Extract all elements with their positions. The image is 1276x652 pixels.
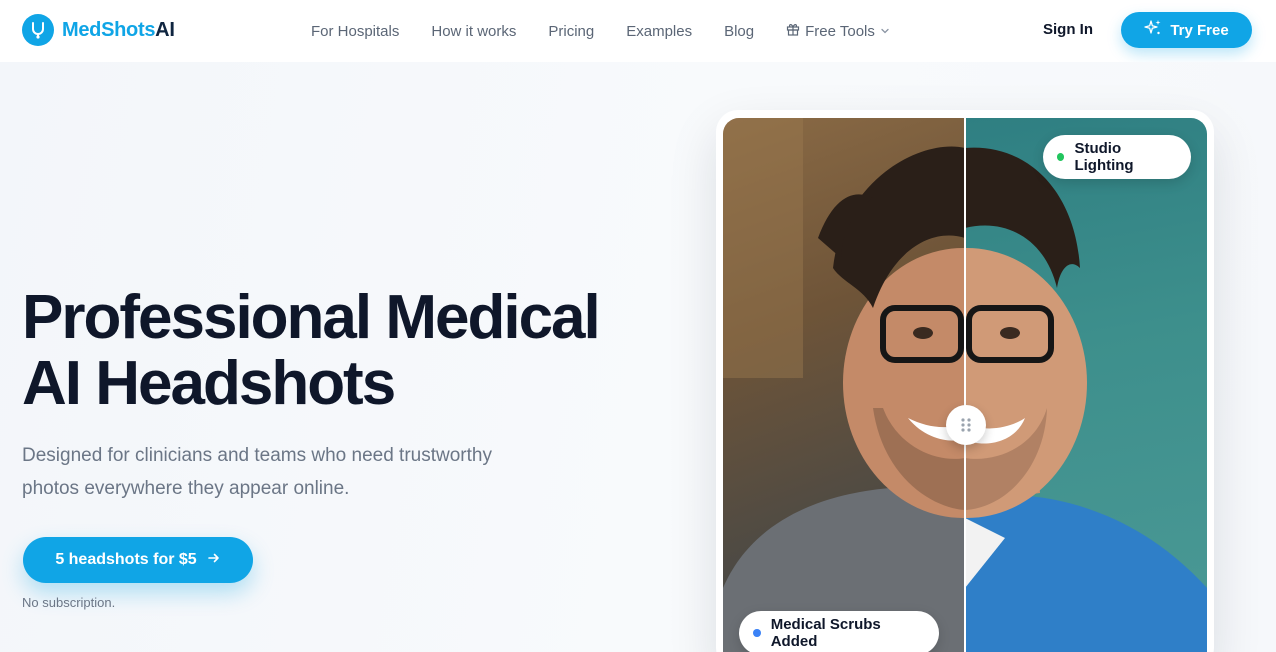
medical-scrubs-badge: Medical Scrubs Added [739,611,939,652]
main-nav: For Hospitals How it works Pricing Examp… [311,0,890,62]
try-free-button[interactable]: Try Free [1121,12,1252,48]
green-dot-icon [1057,153,1065,161]
slider-divider [964,118,966,652]
chevron-down-icon [880,23,890,40]
nav-item-examples[interactable]: Examples [626,23,692,40]
gift-icon [786,22,800,40]
hero-title-line2: AI Headshots [22,349,396,418]
badge-label: Studio Lighting [1074,140,1134,174]
no-subscription-note: No subscription. [22,595,116,610]
drag-dots-icon [961,418,971,432]
brand-name: MedShotsAI [62,19,175,42]
arrow-right-icon [207,551,221,570]
hero-subtitle-line2: photos everywhere they appear online. [22,478,350,499]
nav-item-free-tools[interactable]: Free Tools [786,22,890,40]
nav-item-label: Pricing [548,22,595,40]
buy-headshots-button[interactable]: 5 headshots for $5 [23,537,253,583]
before-photo [723,118,1083,652]
hero-subtitle-line1: Designed for clinicians and teams who ne… [22,445,492,466]
cta-label: 5 headshots for $5 [55,551,197,568]
hero-title: Professional Medical AI Headshots [22,285,662,417]
nav-item-how-it-works[interactable]: How it works [431,23,516,40]
after-photo [847,118,1207,652]
site-header: MedShotsAI For Hospitals How it works Pr… [0,0,1276,62]
sparkles-icon [1144,19,1162,41]
nav-item-label: For Hospitals [311,22,400,40]
blue-dot-icon [753,629,761,637]
brand-name-part1: MedShots [62,18,156,41]
hero-subtitle: Designed for clinicians and teams who ne… [22,439,582,505]
before-after-slider[interactable] [723,118,1207,652]
badge-label: Medical Scrubs Added [770,616,881,650]
hero-title-line1: Professional Medical [22,283,601,352]
nav-item-label: Examples [626,22,693,40]
stethoscope-icon [22,14,54,46]
nav-item-blog[interactable]: Blog [724,23,754,40]
nav-item-label: Blog [724,22,755,40]
brand-name-part2: AI [155,18,175,41]
try-free-label: Try Free [1170,21,1229,39]
studio-lighting-badge: Studio Lighting [1043,135,1191,179]
nav-item-label: How it works [431,22,517,40]
sign-in-link[interactable]: Sign In [1043,21,1093,38]
nav-item-pricing[interactable]: Pricing [548,23,594,40]
nav-item-label: Free Tools [805,22,875,40]
nav-item-for-hospitals[interactable]: For Hospitals [311,23,399,40]
brand-logo[interactable]: MedShotsAI [22,14,175,46]
slider-handle[interactable] [946,405,986,445]
